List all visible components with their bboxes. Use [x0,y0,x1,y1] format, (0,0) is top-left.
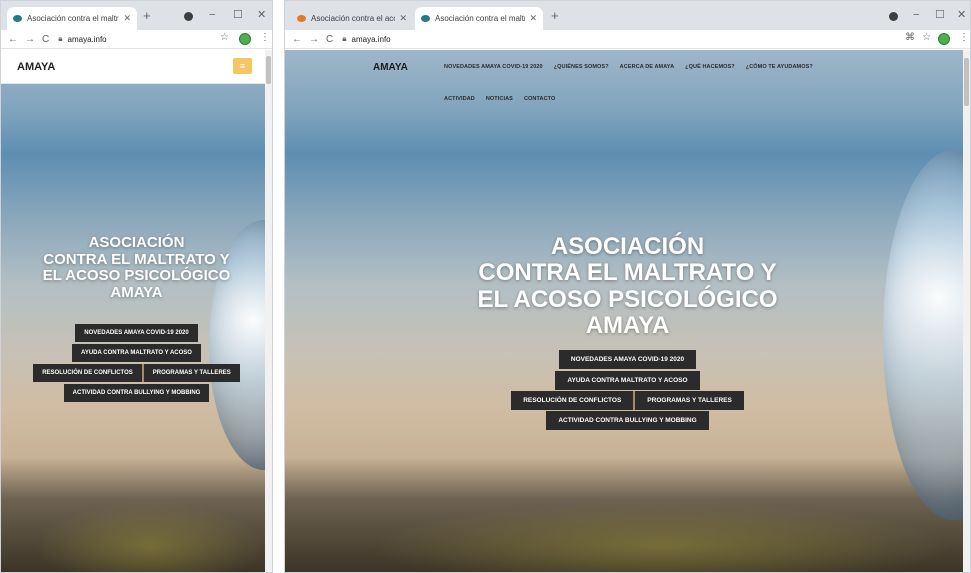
hero-title-line: ASOCIACIÓN [550,233,705,260]
anti-bullying-button[interactable]: ACTIVIDAD CONTRA BULLYING Y MOBBING [63,384,210,402]
url-text: amaya.info [351,34,391,44]
reload-button[interactable]: C [42,34,49,45]
url-text: amaya.info [67,34,107,44]
site-brand[interactable]: AMAYA [17,61,55,73]
programs-workshops-button[interactable]: PROGRAMAS Y TALLERES [143,364,240,382]
hero-title-line: CONTRA EL MALTRATO Y [478,259,777,287]
maximize-button[interactable]: ☐ [233,9,243,21]
page-viewport: AMAYA NOVEDADES AMAYA COVID-19 2020 ¿QUI… [285,50,970,572]
nav-about-amaya[interactable]: ACERCA DE AMAYA [620,64,674,70]
hero-title-line: CONTRA EL MALTRATO Y [43,250,230,268]
forward-button[interactable]: → [25,34,35,45]
conflict-resolution-button[interactable]: RESOLUCIÓN DE CONFLICTOS [33,364,142,382]
hero-button-row: ACTIVIDAD CONTRA BULLYING Y MOBBING [285,411,970,430]
new-tab-button[interactable]: + [143,9,151,23]
back-button[interactable]: ← [8,34,18,45]
tab-strip: Asociación contra el maltrato y ✕ + − ☐ … [1,1,272,30]
address-bar[interactable]: 🔒︎ amaya.info [58,32,106,47]
help-abuse-button[interactable]: AYUDA CONTRA MALTRATO Y ACOSO [555,371,700,390]
close-tab-icon[interactable]: ✕ [123,13,131,24]
site-favicon-icon [13,15,22,22]
hero-title: ASOCIACIÓN CONTRA EL MALTRATO Y EL ACOSO… [1,234,272,301]
nav-who-we-are[interactable]: ¿QUIÉNES SOMOS? [554,64,609,70]
close-tab-icon[interactable]: ✕ [399,13,407,24]
hero-title-line: EL ACOSO PSICOLÓGICO [477,285,778,313]
lock-icon: 🔒︎ [342,34,347,43]
menu-icon: ≡ [239,61,246,71]
conflict-resolution-button[interactable]: RESOLUCIÓN DE CONFLICTOS [511,391,634,410]
main-nav-row-2: ACTIVIDAD NOTICIAS CONTACTO [444,96,566,102]
bookmark-star-icon[interactable]: ☆ [220,32,229,43]
tab-active[interactable]: Asociación contra el maltrato y ✕ [7,7,137,30]
programs-workshops-button[interactable]: PROGRAMAS Y TALLERES [635,391,744,410]
nav-covid-news[interactable]: NOVEDADES AMAYA COVID-19 2020 [444,64,543,70]
hero-title-line: AMAYA [585,312,670,340]
profile-avatar[interactable] [938,33,950,45]
media-record-icon[interactable] [889,12,898,21]
nav-contact[interactable]: CONTACTO [524,96,555,102]
covid-news-button[interactable]: NOVEDADES AMAYA COVID-19 2020 [75,324,198,342]
tab-title: Asociación contra el acoso escol [311,14,395,23]
hero-button-row: AYUDA CONTRA MALTRATO Y ACOSO [1,344,272,362]
toolbar: ← → C 🔒︎ amaya.info ⌘ ☆ ⋮ [285,30,970,49]
nav-activity[interactable]: ACTIVIDAD [444,96,475,102]
hero-button-row: ACTIVIDAD CONTRA BULLYING Y MOBBING [1,384,272,402]
window-gap [273,0,284,573]
tab-active[interactable]: Asociación contra el maltrato y e ✕ [415,7,543,30]
tab-title: Asociación contra el maltrato y [27,14,119,23]
tab-strip: Asociación contra el acoso escol ✕ Asoci… [285,1,970,30]
hamburger-menu-button[interactable]: ≡ [233,58,252,74]
page-scrollbar[interactable] [963,50,970,572]
reload-button[interactable]: C [326,34,333,45]
tab-title: Asociación contra el maltrato y e [435,14,525,23]
maximize-button[interactable]: ☐ [935,9,945,21]
scrollbar-thumb[interactable] [964,58,969,106]
hero-button-row: RESOLUCIÓN DE CONFLICTOS PROGRAMAS Y TAL… [285,391,970,410]
nav-how-we-help[interactable]: ¿CÓMO TE AYUDAMOS? [746,64,813,70]
hero-title-line: ASOCIACIÓN [88,234,185,251]
bookmark-star-icon[interactable]: ☆ [922,32,931,43]
back-button[interactable]: ← [292,34,302,45]
hero-button-row: RESOLUCIÓN DE CONFLICTOS PROGRAMAS Y TAL… [1,364,272,382]
help-abuse-button[interactable]: AYUDA CONTRA MALTRATO Y ACOSO [72,344,201,362]
media-record-icon[interactable] [184,12,193,21]
anti-bullying-button[interactable]: ACTIVIDAD CONTRA BULLYING Y MOBBING [546,411,709,430]
forward-button[interactable]: → [309,34,319,45]
browser-window-mobile: Asociación contra el maltrato y ✕ + − ☐ … [0,0,273,573]
site-header: AMAYA ≡ [1,50,272,84]
close-tab-icon[interactable]: ✕ [529,13,537,24]
hero-button-row: NOVEDADES AMAYA COVID-19 2020 [285,350,970,369]
hero-title-line: AMAYA [110,283,163,301]
minimize-button[interactable]: − [209,9,215,21]
page-viewport: AMAYA ≡ ASOCIACIÓN CONTRA EL MALTRATO Y … [1,50,272,572]
nav-what-we-do[interactable]: ¿QUÉ HACEMOS? [685,64,735,70]
scrollbar-thumb[interactable] [266,56,271,84]
lock-icon: 🔒︎ [58,34,63,43]
hero-title-line: EL ACOSO PSICOLÓGICO [42,267,231,284]
toolbar: ← → C 🔒︎ amaya.info ☆ ⋮ [1,30,272,49]
more-menu-icon[interactable]: ⋮ [260,32,270,43]
address-bar[interactable]: 🔒︎ amaya.info [342,32,390,47]
minimize-button[interactable]: − [913,9,919,21]
main-nav-row-1: NOVEDADES AMAYA COVID-19 2020 ¿QUIÉNES S… [444,64,824,70]
close-window-button[interactable]: ✕ [957,9,966,21]
site-brand[interactable]: AMAYA [373,62,408,73]
close-window-button[interactable]: ✕ [257,9,266,21]
tab-inactive[interactable]: Asociación contra el acoso escol ✕ [291,7,413,30]
hero-button-row: NOVEDADES AMAYA COVID-19 2020 [1,324,272,342]
new-tab-button[interactable]: + [551,9,559,23]
hero-button-row: AYUDA CONTRA MALTRATO Y ACOSO [285,371,970,390]
covid-news-button[interactable]: NOVEDADES AMAYA COVID-19 2020 [558,350,697,369]
browser-window-desktop: Asociación contra el acoso escol ✕ Asoci… [284,0,971,573]
page-scrollbar[interactable] [265,50,272,572]
more-menu-icon[interactable]: ⋮ [959,32,969,43]
translate-icon[interactable]: ⌘ [905,32,915,43]
hero-title: ASOCIACIÓN CONTRA EL MALTRATO Y EL ACOSO… [285,233,970,340]
profile-avatar[interactable] [239,33,251,45]
site-favicon-icon [421,15,430,22]
site-favicon-icon [297,15,306,22]
nav-news[interactable]: NOTICIAS [486,96,513,102]
